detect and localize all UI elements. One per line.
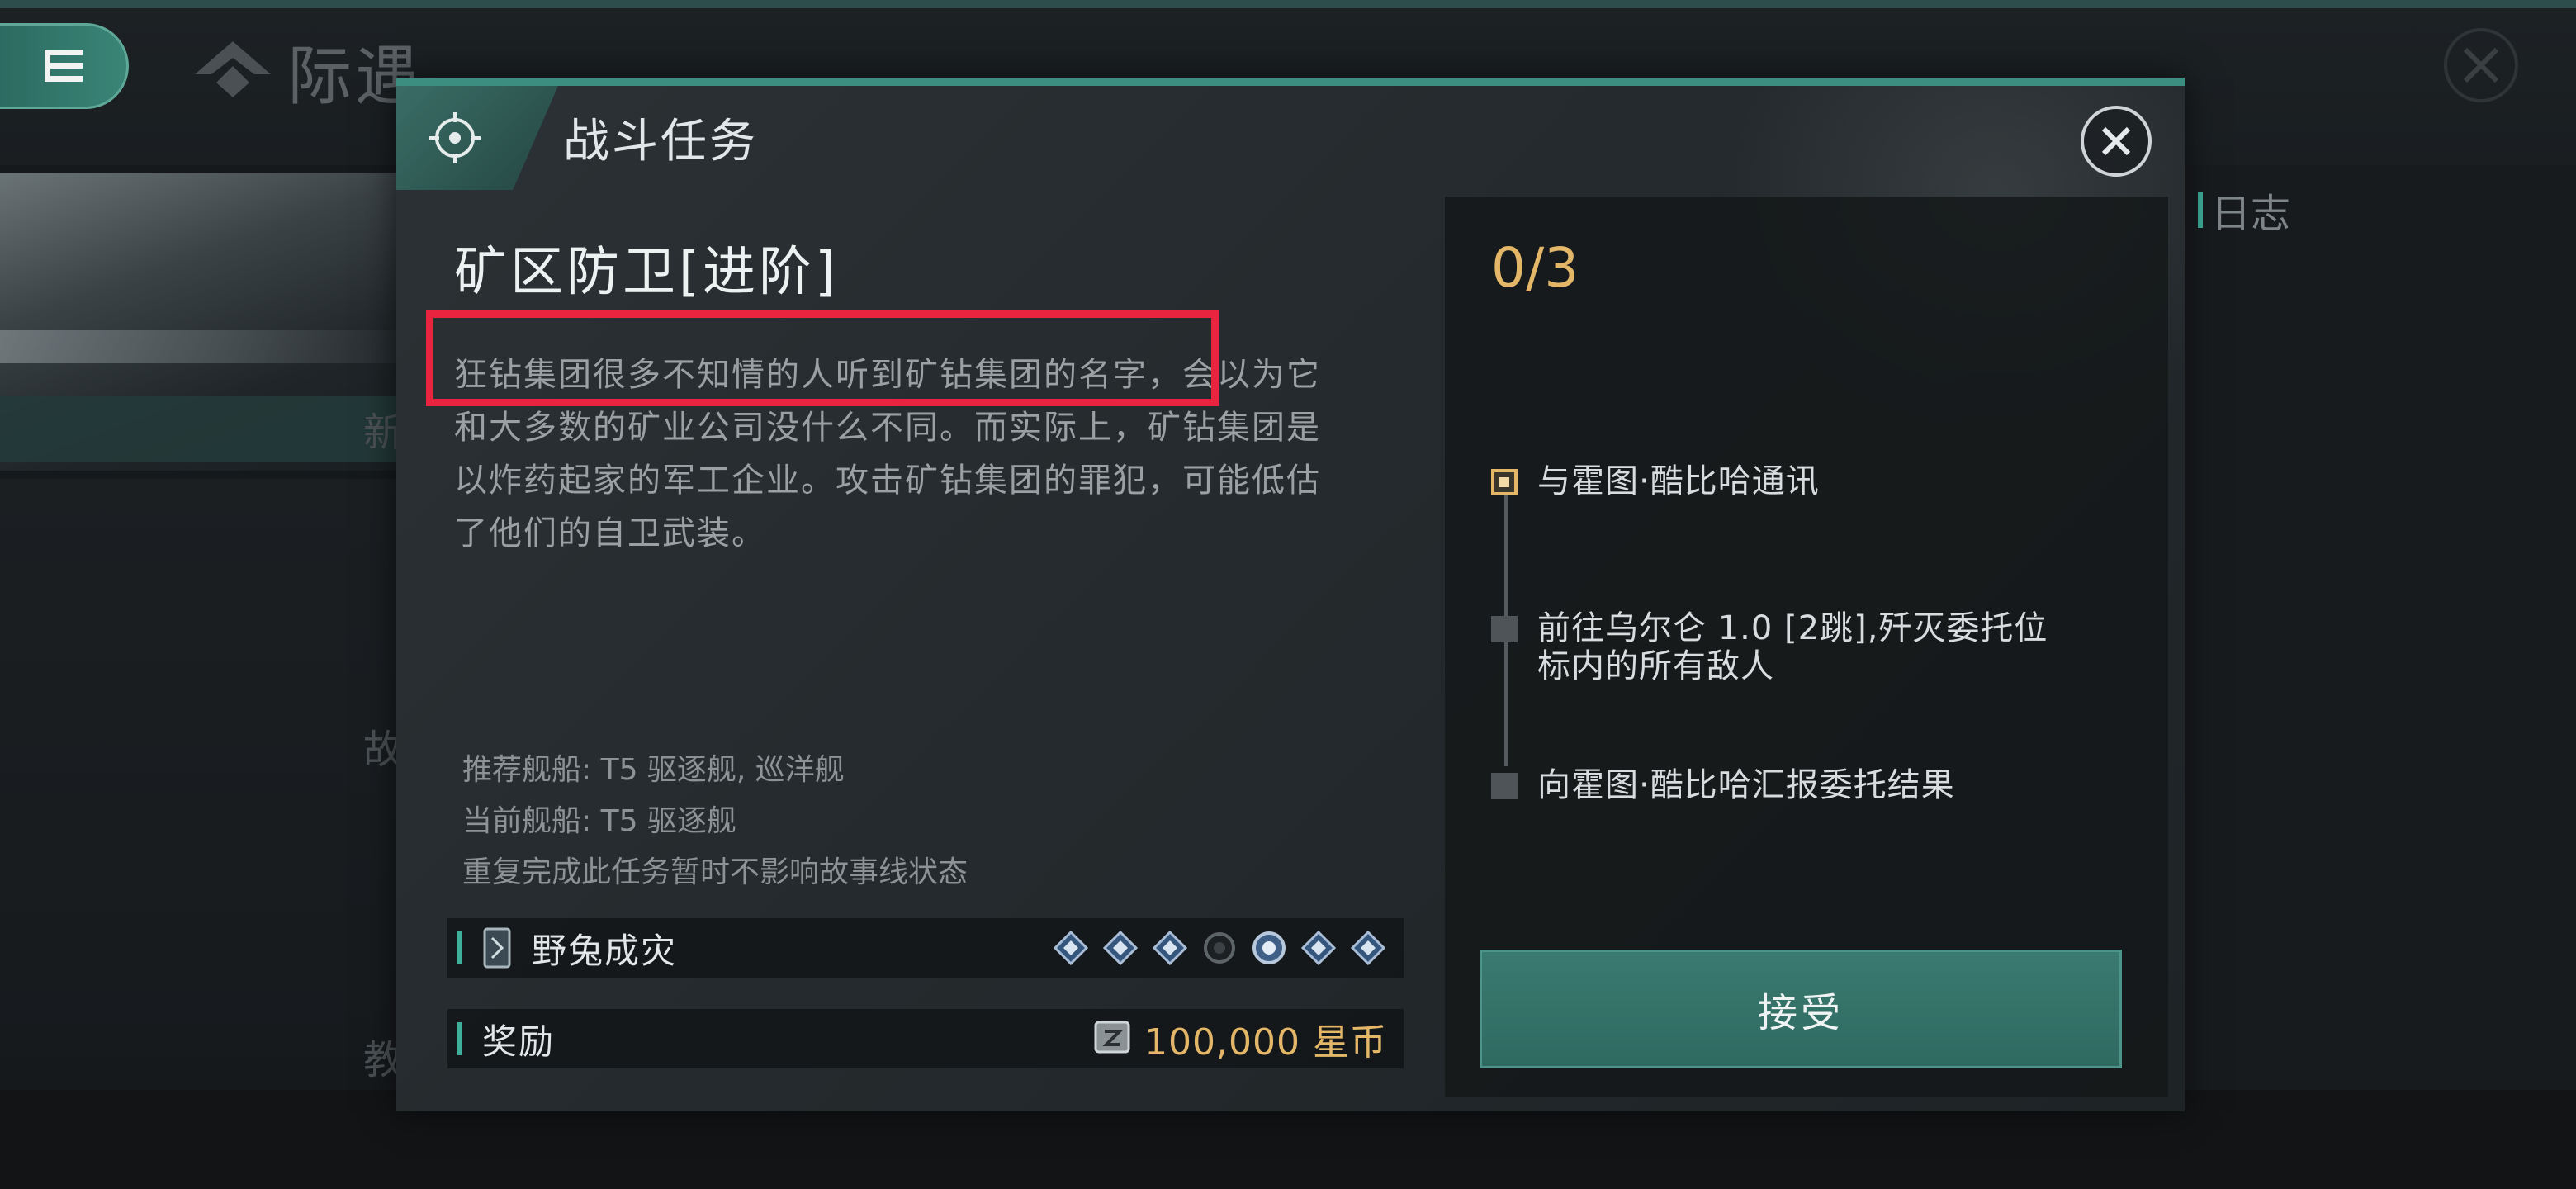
empty-pip-icon <box>1200 929 1238 967</box>
dialog-close-button[interactable] <box>2081 106 2152 177</box>
diamond-pip-icon <box>1250 929 1288 967</box>
difficulty-pips <box>1052 929 1387 967</box>
objective-pending-marker <box>1491 773 1518 799</box>
diamond-pip-icon <box>1101 929 1139 967</box>
annotation-highlight-box <box>426 310 1219 406</box>
card-icon <box>482 926 512 969</box>
diamond-pip-icon <box>1300 929 1338 967</box>
close-icon <box>2463 47 2499 83</box>
reward-row: 奖励 100,000 星币 <box>447 1009 1404 1068</box>
card-row-label: 野兔成灾 <box>532 930 678 971</box>
diamond-pip-icon <box>1151 929 1189 967</box>
dialog-title-tab <box>396 86 558 190</box>
mission-notes: 推荐舰船: T5 驱逐舰, 巡洋舰 当前舰船: T5 驱逐舰 重复完成此任务暂时… <box>462 745 968 898</box>
reward-label: 奖励 <box>482 1021 556 1062</box>
accept-button[interactable]: 接受 <box>1480 950 2122 1068</box>
recommended-ship-note: 推荐舰船: T5 驱逐舰, 巡洋舰 <box>462 753 845 787</box>
objective-item: 向霍图·酷比哈汇报委托结果 <box>1491 766 2049 804</box>
background-list-strip <box>0 396 396 462</box>
row-accent <box>457 1022 462 1055</box>
dialog-title: 战斗任务 <box>563 115 758 168</box>
objective-item: 与霍图·酷比哈通讯 <box>1491 462 2049 500</box>
reward-amount: 100,000 星币 <box>1093 1012 1387 1065</box>
mission-name: 矿区防卫[进阶] <box>454 242 839 303</box>
objective-pending-marker <box>1491 616 1518 642</box>
background-right-panel <box>2180 165 2576 1090</box>
objective-progress: 0/3 <box>1491 236 1579 300</box>
objectives-panel: 0/3 与霍图·酷比哈通讯 前往乌尔仑 1.0 [2跳],歼灭委托位标内的所有敌… <box>1445 197 2168 1097</box>
background-log-tab[interactable]: 日志 <box>2198 185 2290 237</box>
menu-icon <box>44 50 83 82</box>
background-close-button[interactable] <box>2444 28 2518 102</box>
objective-active-marker <box>1491 469 1518 495</box>
background-left-panel <box>0 479 396 1057</box>
close-icon <box>2101 126 2131 156</box>
background-brand: 际遇 <box>192 30 423 114</box>
repeat-note: 重复完成此任务暂时不影响故事线状态 <box>462 855 968 889</box>
row-accent <box>457 931 462 964</box>
log-tab-label: 日志 <box>2211 191 2291 237</box>
reward-value: 100,000 星币 <box>1144 1021 1387 1063</box>
target-icon <box>429 112 481 163</box>
log-tab-accent <box>2198 192 2203 228</box>
diamond-pip-icon <box>1349 929 1387 967</box>
mission-card-row[interactable]: 野兔成灾 <box>447 918 1404 978</box>
top-accent-line <box>0 0 2576 8</box>
current-ship-note: 当前舰船: T5 驱逐舰 <box>462 804 736 838</box>
objective-text: 向霍图·酷比哈汇报委托结果 <box>1537 766 1955 804</box>
menu-button[interactable] <box>0 23 129 109</box>
brand-logo-icon <box>192 38 274 104</box>
diamond-pip-icon <box>1052 929 1090 967</box>
objective-item: 前往乌尔仑 1.0 [2跳],歼灭委托位标内的所有敌人 <box>1491 609 2049 685</box>
star-coin-icon <box>1093 1020 1131 1058</box>
objective-text: 前往乌尔仑 1.0 [2跳],歼灭委托位标内的所有敌人 <box>1537 609 2048 685</box>
combat-mission-dialog: 战斗任务 矿区防卫[进阶] 狂钻集团很多不知情的人听到矿钻集团的名字，会以为它和… <box>396 78 2185 1111</box>
objective-text: 与霍图·酷比哈通讯 <box>1537 462 1820 500</box>
